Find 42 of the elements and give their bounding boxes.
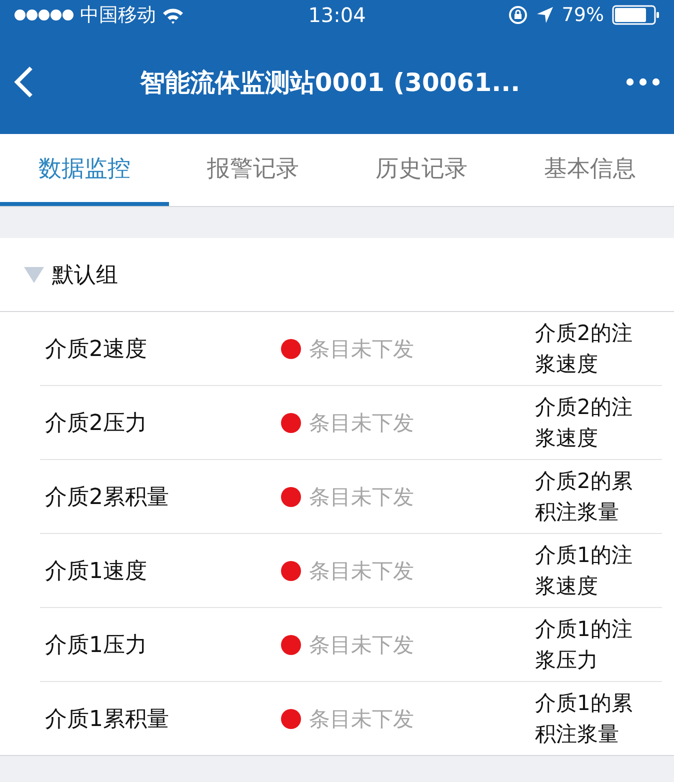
carrier-name: 中国移动 <box>80 3 156 28</box>
status-dot <box>281 338 301 358</box>
item-name: 介质2速度 <box>44 336 148 364</box>
item-name: 介质1累积量 <box>44 706 170 734</box>
status-text: 条目未下发 <box>309 336 415 362</box>
tab[interactable]: 数据监控 <box>0 134 168 206</box>
status-dot <box>281 634 301 654</box>
status-dot <box>281 708 301 728</box>
tab[interactable]: 报警记录 <box>168 134 337 206</box>
group-name: 默认组 <box>52 262 118 290</box>
status-text: 条目未下发 <box>309 706 415 732</box>
item-name: 介质2累积量 <box>44 484 170 512</box>
back-icon <box>14 66 34 98</box>
back-button[interactable] <box>14 66 34 98</box>
tab[interactable]: 基本信息 <box>506 134 674 206</box>
item-name: 介质1压力 <box>44 632 148 660</box>
battery-percent: 79% <box>562 4 604 26</box>
signal-icon <box>14 9 74 21</box>
wifi-icon <box>162 6 184 24</box>
status-text: 条目未下发 <box>309 410 415 436</box>
more-icon <box>626 78 660 86</box>
item-name: 介质1速度 <box>44 558 148 586</box>
status-text: 条目未下发 <box>309 632 415 658</box>
battery-icon <box>612 5 660 25</box>
more-button[interactable] <box>626 78 660 86</box>
page-title: 智能流体监测站0001 (30061... <box>138 66 522 98</box>
status-dot <box>281 486 301 506</box>
tab[interactable]: 历史记录 <box>337 134 506 206</box>
status-text: 条目未下发 <box>309 558 415 584</box>
item-description: 介质1的累积注浆量 <box>535 690 634 748</box>
item-description: 介质1的注浆压力 <box>535 616 634 674</box>
item-description: 介质1的注浆速度 <box>535 542 634 600</box>
item-name: 介质2压力 <box>44 410 148 438</box>
item-description: 介质2的注浆速度 <box>535 320 634 378</box>
item-description: 介质2的累积注浆量 <box>535 468 634 526</box>
item-description: 介质2的注浆速度 <box>535 394 634 452</box>
status-dot <box>281 412 301 432</box>
status-dot <box>281 560 301 580</box>
location-arrow-icon <box>536 6 554 24</box>
status-text: 条目未下发 <box>309 484 415 510</box>
rotation-lock-icon <box>508 5 528 25</box>
clock-time: 13:04 <box>308 3 366 27</box>
